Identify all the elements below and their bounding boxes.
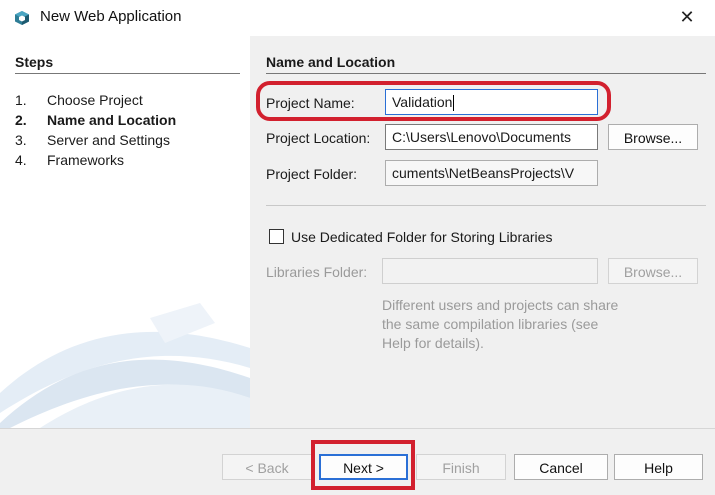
step-item: 4. Frameworks	[15, 152, 125, 168]
libraries-folder-label: Libraries Folder:	[266, 264, 368, 280]
browse-libraries-button[interactable]: Browse...	[608, 258, 698, 284]
finish-button[interactable]: Finish	[416, 454, 506, 480]
dedicated-folder-label[interactable]: Use Dedicated Folder for Storing Librari…	[291, 229, 552, 245]
project-folder-field: cuments\NetBeansProjects\V	[385, 160, 598, 186]
section-divider	[266, 73, 706, 74]
dedicated-folder-checkbox[interactable]	[269, 229, 284, 244]
steps-heading: Steps	[15, 54, 54, 70]
help-button[interactable]: Help	[614, 454, 703, 480]
annotation-highlight-next-button	[311, 440, 415, 490]
step-label: Server and Settings	[47, 132, 170, 148]
title-bar: New Web Application ✕	[0, 0, 715, 36]
steps-panel: Steps 1. Choose Project 2. Name and Locati…	[0, 36, 250, 428]
step-item: 3. Server and Settings	[15, 132, 170, 148]
step-item-current: 2. Name and Location	[15, 112, 177, 128]
close-icon[interactable]: ✕	[676, 5, 698, 29]
options-divider	[266, 205, 706, 206]
wizard-decoration-graphic	[0, 303, 250, 428]
project-location-input[interactable]: C:\Users\Lenovo\Documents	[385, 124, 598, 150]
section-heading: Name and Location	[266, 54, 396, 70]
window-title: New Web Application	[40, 8, 182, 25]
steps-list: 1. Choose Project 2. Name and Location 3. S…	[15, 90, 176, 170]
netbeans-cube-icon	[15, 11, 29, 25]
back-button[interactable]: < Back	[222, 454, 312, 480]
step-label: Frameworks	[47, 152, 125, 168]
cancel-button[interactable]: Cancel	[514, 454, 608, 480]
annotation-highlight-project-name	[256, 81, 611, 121]
step-item: 1. Choose Project	[15, 92, 143, 108]
libraries-folder-input[interactable]	[382, 258, 598, 284]
step-label: Choose Project	[47, 92, 143, 108]
project-location-label: Project Location:	[266, 130, 371, 146]
libraries-hint-text: Different users and projects can share t…	[382, 297, 619, 351]
step-label: Name and Location	[47, 112, 177, 128]
steps-divider	[15, 73, 240, 74]
browse-location-button[interactable]: Browse...	[608, 124, 698, 150]
footer-divider	[0, 428, 715, 429]
project-folder-label: Project Folder:	[266, 166, 358, 182]
